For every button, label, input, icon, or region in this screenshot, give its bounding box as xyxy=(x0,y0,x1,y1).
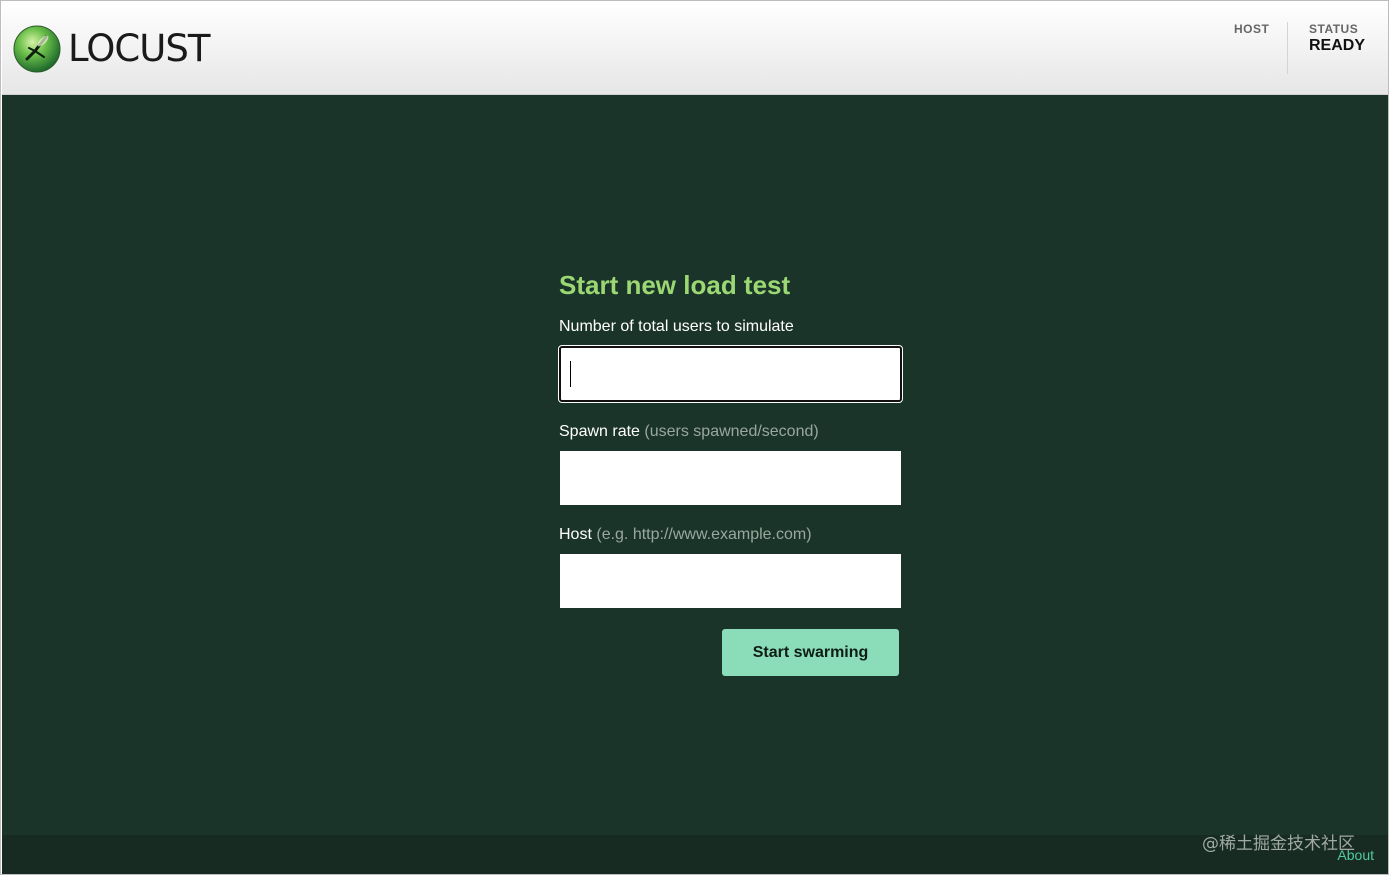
footer: About xyxy=(2,835,1388,874)
start-swarming-button[interactable]: Start swarming xyxy=(722,629,899,676)
host-field-label-text: Host xyxy=(559,526,592,543)
main-content: Start new load test Number of total user… xyxy=(2,95,1388,835)
host-input[interactable] xyxy=(560,554,901,608)
host-label: HOST xyxy=(1234,22,1270,36)
status-block: STATUS READY xyxy=(1309,22,1365,55)
new-load-test-form: Start new load test Number of total user… xyxy=(559,269,902,676)
locust-logo-icon xyxy=(13,25,61,73)
watermark: @稀土掘金技术社区 xyxy=(1202,834,1355,854)
logo-text: LOCUST xyxy=(68,27,210,70)
spawn-rate-hint: (users spawned/second) xyxy=(644,423,819,440)
spawn-rate-input[interactable] xyxy=(560,451,901,505)
status-label: STATUS xyxy=(1309,22,1359,36)
app-window: LOCUST HOST STATUS READY Start new load … xyxy=(0,0,1389,875)
host-field-hint: (e.g. http://www.example.com) xyxy=(596,526,812,543)
header-divider xyxy=(1287,22,1288,74)
host-field-label: Host (e.g. http://www.example.com) xyxy=(559,525,902,545)
top-header: LOCUST HOST STATUS READY xyxy=(2,2,1388,95)
status-value: READY xyxy=(1309,37,1366,54)
users-input[interactable] xyxy=(559,346,902,402)
spawn-rate-label: Spawn rate (users spawned/second) xyxy=(559,422,902,442)
form-title: Start new load test xyxy=(559,270,791,300)
users-input-wrap xyxy=(559,346,902,402)
users-label-text: Number of total users to simulate xyxy=(559,318,794,335)
logo[interactable]: LOCUST xyxy=(13,24,210,74)
text-cursor xyxy=(570,361,571,387)
users-label: Number of total users to simulate xyxy=(559,317,902,337)
spawn-rate-label-text: Spawn rate xyxy=(559,423,640,440)
